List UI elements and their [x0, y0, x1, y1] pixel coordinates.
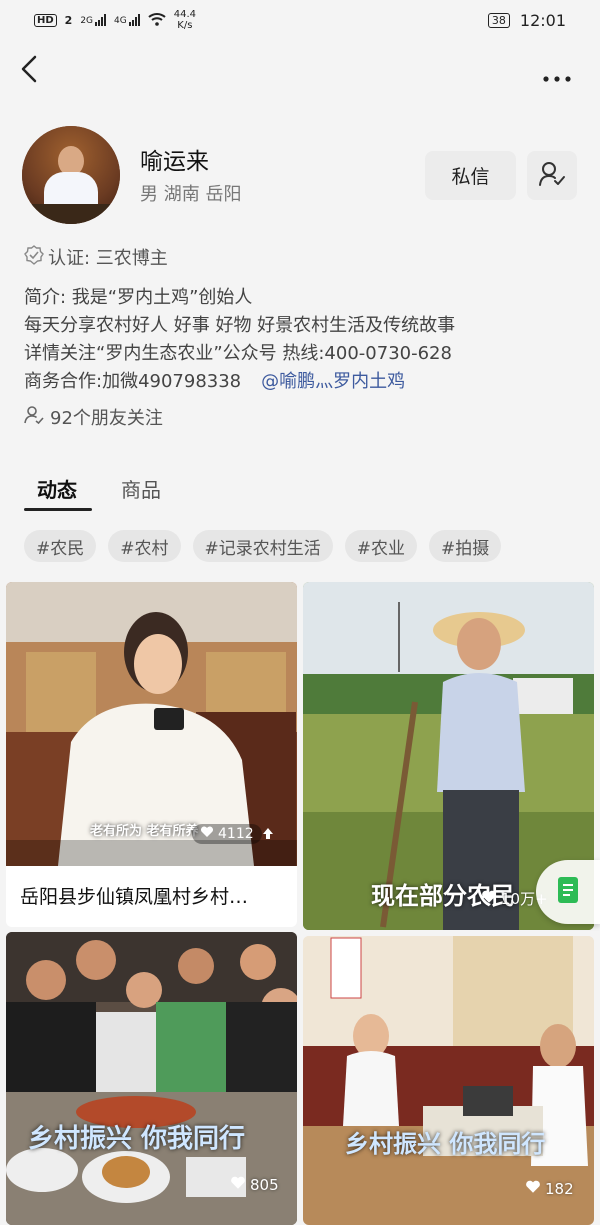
signal-icon — [128, 14, 140, 26]
floating-document-button[interactable] — [536, 860, 600, 924]
friends-icon — [24, 405, 44, 430]
video-caption: 老有所为 老有所养 — [90, 824, 199, 839]
video-caption: 乡村振兴 你我同行 — [345, 1130, 546, 1158]
top-nav — [0, 50, 600, 96]
document-icon — [557, 876, 579, 908]
signal-icon — [95, 14, 107, 26]
profile-meta: 男 湖南 岳阳 — [140, 184, 242, 205]
bio-line: 详情关注“罗内生态农业”公众号 热线:400-0730-628 — [24, 343, 452, 364]
verification-row: 认证: 三农博主 — [24, 244, 168, 270]
hashtag-chip[interactable]: #农民 — [24, 530, 97, 562]
heart-icon — [200, 826, 214, 842]
bio-line: 每天分享农村好人 好事 好物 好景农村生活及传统故事 — [24, 315, 456, 336]
network-speed: 44.4 K/s — [173, 9, 196, 31]
card-title: 岳阳县步仙镇凤凰村乡村… — [20, 886, 249, 908]
message-button[interactable]: 私信 — [425, 151, 516, 200]
profile-tabs: 动态 商品 — [0, 474, 600, 514]
verified-icon — [24, 244, 44, 270]
feed-card[interactable]: 乡村振兴 你我同行 182 — [303, 936, 594, 1225]
heart-icon — [230, 1176, 246, 1194]
follow-button[interactable] — [527, 151, 577, 200]
status-bar: HD 2 2G 4G 44.4 K/s 38 12:01 — [0, 0, 600, 40]
battery-icon: 38 — [487, 12, 510, 28]
sim-indicator: 2 — [64, 13, 73, 27]
bio-line: 简介: 我是“罗内土鸡”创始人 — [24, 287, 253, 308]
heart-icon — [481, 890, 497, 908]
tab-dynamics[interactable]: 动态 — [37, 474, 77, 503]
hashtag-chip[interactable]: #记录农村生活 — [192, 530, 333, 562]
hashtag-chip[interactable]: #农业 — [344, 530, 417, 562]
verification-text: 认证: 三农博主 — [48, 248, 168, 269]
hashtag-chip[interactable]: #拍摄 — [429, 530, 502, 562]
tab-indicator — [24, 508, 92, 511]
bio: 简介: 我是“罗内土鸡”创始人 每天分享农村好人 好事 好物 好景农村生活及传统… — [24, 284, 455, 396]
clock: 12:01 — [519, 10, 566, 30]
network-4g-label: 4G — [114, 16, 127, 26]
back-icon[interactable] — [18, 54, 48, 92]
feed-card[interactable]: 乡村振兴 你我同行 805 — [6, 932, 297, 1225]
hashtag-chip[interactable]: #农村 — [108, 530, 181, 562]
profile-name: 喻运来 — [140, 149, 209, 175]
friends-following[interactable]: 92个朋友关注 — [24, 404, 163, 430]
hd-badge: HD — [34, 13, 57, 27]
avatar[interactable] — [22, 126, 120, 224]
video-caption: 乡村振兴 你我同行 — [28, 1124, 246, 1154]
mention-link[interactable]: @喻鹏灬罗内土鸡 — [261, 371, 405, 392]
like-count: 805 — [230, 1176, 279, 1194]
hashtag-list: #农民 #农村 #记录农村生活 #农业 #拍摄 — [24, 530, 502, 562]
like-count: 182 — [525, 1180, 574, 1198]
share-icon[interactable] — [260, 826, 276, 846]
follow-user-icon — [538, 161, 566, 191]
heart-icon — [525, 1180, 541, 1198]
feed-card[interactable]: 老有所为 老有所养 4112 岳阳县步仙镇凤凰村乡村… — [6, 582, 297, 927]
more-icon[interactable] — [542, 60, 572, 90]
like-count: 4112 — [192, 824, 262, 844]
bio-line-business: 商务合作:加微490798338 @喻鹏灬罗内土鸡 — [24, 371, 406, 392]
network-2g-label: 2G — [80, 16, 94, 26]
wifi-icon — [148, 11, 166, 30]
tab-goods[interactable]: 商品 — [121, 474, 161, 503]
